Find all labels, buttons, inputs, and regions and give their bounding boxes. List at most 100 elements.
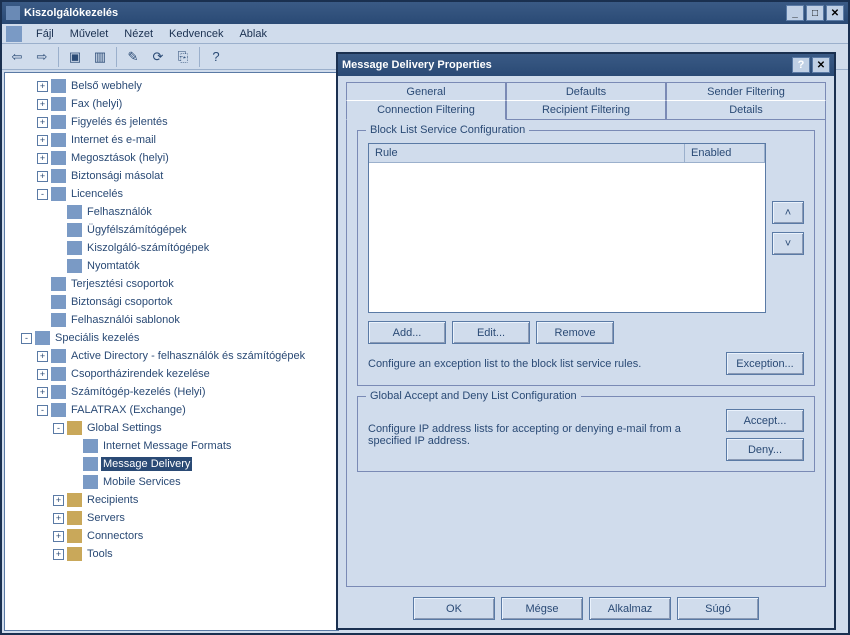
tree-toggle-icon[interactable]: + xyxy=(53,495,64,506)
tree-toggle-icon[interactable]: + xyxy=(37,171,48,182)
menu-view[interactable]: Nézet xyxy=(116,26,161,42)
remove-button[interactable]: Remove xyxy=(536,321,614,344)
tree-item[interactable]: Message Delivery xyxy=(5,455,338,473)
tree-toggle-icon[interactable]: + xyxy=(37,153,48,164)
menu-favorites[interactable]: Kedvencek xyxy=(161,26,231,42)
tree-toggle-icon[interactable]: - xyxy=(21,333,32,344)
dialog-close-button[interactable]: ✕ xyxy=(812,57,830,73)
move-up-button[interactable]: ˄ xyxy=(772,201,804,224)
tree-label[interactable]: Felhasználók xyxy=(85,205,154,219)
tree-item[interactable]: +Tools xyxy=(5,545,338,563)
tree-item[interactable]: Internet Message Formats xyxy=(5,437,338,455)
tree-label[interactable]: Global Settings xyxy=(85,421,164,435)
tree-item[interactable]: + Biztonsági másolat xyxy=(5,167,338,185)
tree-item[interactable]: + Fax (helyi) xyxy=(5,95,338,113)
dialog-help-button[interactable]: ? xyxy=(792,57,810,73)
tree-label[interactable]: Ügyfélszámítógépek xyxy=(85,223,189,237)
tree-toggle-icon[interactable]: - xyxy=(37,405,48,416)
export-button[interactable]: ⎘ xyxy=(172,46,194,68)
tree-toggle-icon[interactable]: + xyxy=(37,99,48,110)
tree-label[interactable]: Message Delivery xyxy=(101,457,192,471)
tree-item[interactable]: - FALATRAX (Exchange) xyxy=(5,401,338,419)
cancel-button[interactable]: Mégse xyxy=(501,597,583,620)
tree-item[interactable]: + Active Directory - felhasználók és szám… xyxy=(5,347,338,365)
help-footer-button[interactable]: Súgó xyxy=(677,597,759,620)
exception-button[interactable]: Exception... xyxy=(726,352,804,375)
apply-button[interactable]: Alkalmaz xyxy=(589,597,671,620)
tree-item[interactable]: Terjesztési csoportok xyxy=(5,275,338,293)
tree-label[interactable]: Connectors xyxy=(85,529,145,543)
close-button[interactable]: ✕ xyxy=(826,5,844,21)
tree-label[interactable]: Biztonsági másolat xyxy=(69,169,165,183)
tree-label[interactable]: Terjesztési csoportok xyxy=(69,277,176,291)
tree-toggle-icon[interactable]: - xyxy=(37,189,48,200)
move-down-button[interactable]: ˅ xyxy=(772,232,804,255)
col-rule[interactable]: Rule xyxy=(369,144,685,162)
tree-item[interactable]: + Recipients xyxy=(5,491,338,509)
tree-item[interactable]: + Számítógép-kezelés (Helyi) xyxy=(5,383,338,401)
tree-label[interactable]: Belső webhely xyxy=(69,79,144,93)
tab-recipient-filtering[interactable]: Recipient Filtering xyxy=(506,100,666,120)
tree-item[interactable]: +Connectors xyxy=(5,527,338,545)
tree-toggle-icon[interactable]: + xyxy=(37,81,48,92)
tree-panel[interactable]: +Belső webhely+Fax (helyi)+Figyelés és j… xyxy=(4,72,339,631)
show-hide-tree-button[interactable]: ▥ xyxy=(89,46,111,68)
tree-label[interactable]: Számítógép-kezelés (Helyi) xyxy=(69,385,208,399)
tree-item[interactable]: Felhasználói sablonok xyxy=(5,311,338,329)
tree-label[interactable]: Megosztások (helyi) xyxy=(69,151,171,165)
deny-button[interactable]: Deny... xyxy=(726,438,804,461)
menu-window[interactable]: Ablak xyxy=(231,26,275,42)
tree-toggle-icon[interactable]: + xyxy=(37,351,48,362)
tree-item[interactable]: + Megosztások (helyi) xyxy=(5,149,338,167)
tree-item[interactable]: + Csoportházirendek kezelése xyxy=(5,365,338,383)
tree-toggle-icon[interactable]: - xyxy=(53,423,64,434)
tree-label[interactable]: Servers xyxy=(85,511,127,525)
ok-button[interactable]: OK xyxy=(413,597,495,620)
minimize-button[interactable]: _ xyxy=(786,5,804,21)
tree-label[interactable]: Fax (helyi) xyxy=(69,97,124,111)
rules-listbox[interactable]: Rule Enabled xyxy=(368,143,766,313)
tree-label[interactable]: Active Directory - felhasználók és számí… xyxy=(69,349,307,363)
col-enabled[interactable]: Enabled xyxy=(685,144,765,162)
add-button[interactable]: Add... xyxy=(368,321,446,344)
tree-item[interactable]: Ügyfélszámítógépek xyxy=(5,221,338,239)
edit-button[interactable]: Edit... xyxy=(452,321,530,344)
tree-toggle-icon[interactable]: + xyxy=(37,387,48,398)
tree-label[interactable]: Kiszolgáló-számítógépek xyxy=(85,241,211,255)
tree-item[interactable]: Mobile Services xyxy=(5,473,338,491)
accept-button[interactable]: Accept... xyxy=(726,409,804,432)
tree-label[interactable]: Mobile Services xyxy=(101,475,183,489)
tab-connection-filtering[interactable]: Connection Filtering xyxy=(346,100,506,120)
up-button[interactable]: ▣ xyxy=(64,46,86,68)
tree-item[interactable]: + Servers xyxy=(5,509,338,527)
tree-label[interactable]: Figyelés és jelentés xyxy=(69,115,170,129)
nav-forward-button[interactable]: ⇨ xyxy=(31,46,53,68)
tree-label[interactable]: Csoportházirendek kezelése xyxy=(69,367,212,381)
tree-item[interactable]: Biztonsági csoportok xyxy=(5,293,338,311)
tree-label[interactable]: FALATRAX (Exchange) xyxy=(69,403,188,417)
tree-toggle-icon[interactable]: + xyxy=(53,513,64,524)
tree-item[interactable]: - Licencelés xyxy=(5,185,338,203)
tree-label[interactable]: Tools xyxy=(85,547,115,561)
tree-label[interactable]: Speciális kezelés xyxy=(53,331,141,345)
tree-label[interactable]: Recipients xyxy=(85,493,140,507)
tab-general[interactable]: General xyxy=(346,82,506,101)
nav-back-button[interactable]: ⇦ xyxy=(6,46,28,68)
menu-file[interactable]: Fájl xyxy=(28,26,62,42)
tree-label[interactable]: Biztonsági csoportok xyxy=(69,295,175,309)
tree-toggle-icon[interactable]: + xyxy=(37,135,48,146)
tree-label[interactable]: Nyomtatók xyxy=(85,259,142,273)
tab-details[interactable]: Details xyxy=(666,100,826,120)
tree-item[interactable]: +Figyelés és jelentés xyxy=(5,113,338,131)
tree-item[interactable]: Felhasználók xyxy=(5,203,338,221)
refresh-button[interactable]: ⟳ xyxy=(147,46,169,68)
properties-button[interactable]: ✎ xyxy=(122,46,144,68)
tab-defaults[interactable]: Defaults xyxy=(506,82,666,101)
tree-toggle-icon[interactable]: + xyxy=(37,369,48,380)
help-button[interactable]: ? xyxy=(205,46,227,68)
menu-action[interactable]: Művelet xyxy=(62,26,117,42)
tree-label[interactable]: Internet és e-mail xyxy=(69,133,158,147)
tree-label[interactable]: Licencelés xyxy=(69,187,125,201)
tree-item[interactable]: - Global Settings xyxy=(5,419,338,437)
tab-sender-filtering[interactable]: Sender Filtering xyxy=(666,82,826,101)
